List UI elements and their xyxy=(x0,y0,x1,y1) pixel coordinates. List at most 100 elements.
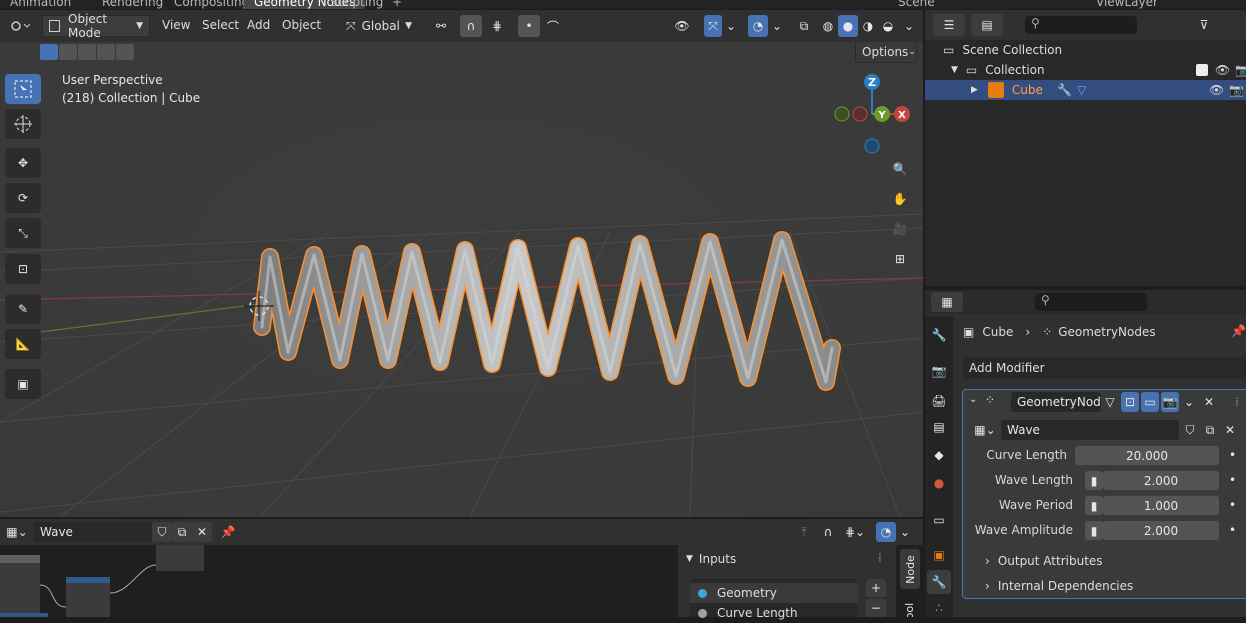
attribute-toggle-icon[interactable]: ▮ xyxy=(1085,471,1103,490)
filter-icon[interactable]: ⊽ xyxy=(1189,14,1219,36)
add-workspace-icon[interactable]: + xyxy=(382,0,412,9)
expand-arrow-icon[interactable]: ▶ xyxy=(971,85,978,95)
snap-toggle-icon[interactable]: ∩ xyxy=(460,15,482,37)
snap-target-icon[interactable]: ⋕⌄ xyxy=(840,522,870,542)
tab-animation[interactable]: Animation xyxy=(0,0,81,9)
proportional-edit-icon[interactable]: • xyxy=(518,15,540,37)
wave-period-field[interactable]: 1.000 xyxy=(1103,496,1219,515)
outliner-scene-collection[interactable]: ▭ Scene Collection xyxy=(943,40,1062,60)
output-tab-icon[interactable]: 🖨 xyxy=(929,390,949,412)
outliner-collection[interactable]: ▼ ▭ Collection 👁 📷 xyxy=(951,60,1246,80)
close-icon[interactable]: ✕ xyxy=(1201,392,1217,412)
select-box-tool-icon[interactable] xyxy=(5,74,41,104)
fake-user-icon[interactable]: ⛉ xyxy=(1181,420,1199,440)
tool-tab-icon[interactable]: 🔧 xyxy=(929,324,949,346)
node-editor-type-icon[interactable]: ▦⌄ xyxy=(4,522,30,542)
parent-node-tree-icon[interactable]: ⤒ xyxy=(794,522,814,542)
visibility-icon[interactable]: 👁 xyxy=(666,15,698,37)
pin-icon[interactable]: 📌 xyxy=(218,522,238,542)
modifier-name-input[interactable]: GeometryNod... xyxy=(1011,392,1101,412)
select-subtract-icon[interactable] xyxy=(78,44,96,60)
attribute-toggle-icon[interactable]: ▮ xyxy=(1085,521,1103,540)
snap-target-icon[interactable]: ⋕ xyxy=(482,15,512,37)
outliner-cube[interactable]: ▶ Cube 🔧 ▽ 👁 📷 xyxy=(925,80,1246,100)
move-tool-icon[interactable]: ✥ xyxy=(5,148,41,178)
internal-dependencies-panel[interactable]: › Internal Dependencies xyxy=(985,576,1133,596)
inputs-panel-header[interactable]: ▼ Inputs xyxy=(686,549,736,569)
chevron-down-icon[interactable]: ⌄ xyxy=(768,15,786,37)
rotate-tool-icon[interactable]: ⟳ xyxy=(5,183,41,213)
add-input-icon[interactable]: + xyxy=(866,579,886,597)
render-display-icon[interactable]: 📷 xyxy=(1161,392,1179,412)
select-new-icon[interactable] xyxy=(40,44,58,60)
add-cube-tool-icon[interactable]: ▣ xyxy=(5,369,41,399)
chevron-down-icon[interactable]: ⌄ xyxy=(900,15,918,37)
cursor-tool-icon[interactable] xyxy=(5,109,41,139)
options-dropdown[interactable]: Options ⌄ xyxy=(855,42,917,63)
node-editor[interactable]: ▦⌄ Wave ⛉ ⧉ ✕ 📌 ⤒ ∩ ⋕⌄ ◔ ⌄ ▼ Inputs ⁞ Ge… xyxy=(0,519,923,620)
menu-object[interactable]: Object xyxy=(282,18,321,32)
fake-user-icon[interactable]: ⛉ xyxy=(152,522,172,542)
drag-handle-icon[interactable]: ⁞ xyxy=(1229,392,1245,412)
scale-tool-icon[interactable]: ⤡ xyxy=(5,218,41,248)
sidebar-tab-tool[interactable]: Tool xyxy=(900,597,920,617)
node-canvas[interactable] xyxy=(0,545,240,617)
transform-tool-icon[interactable]: ⊡ xyxy=(5,254,41,284)
zoom-icon[interactable]: 🔍 xyxy=(887,156,913,182)
display-mode-icon[interactable]: ▤ xyxy=(971,14,1003,36)
transform-orientation-dropdown[interactable]: ⤧ Global ▼ xyxy=(340,15,418,37)
node-group-input[interactable]: Wave xyxy=(1001,420,1179,440)
solid-shading-icon[interactable]: ● xyxy=(838,15,858,37)
collapse-arrow-icon[interactable]: ⌄ xyxy=(969,394,977,405)
chevron-down-icon[interactable]: ⌄ xyxy=(896,522,914,542)
overlays-toggle-icon[interactable]: ◔ xyxy=(748,15,768,37)
collection-tab-icon[interactable]: ▭ xyxy=(929,509,949,531)
tab-rendering[interactable]: Rendering xyxy=(92,0,173,9)
keyframe-dot-icon[interactable]: • xyxy=(1229,523,1236,537)
input-item-geometry[interactable]: Geometry xyxy=(690,583,858,603)
world-tab-icon[interactable]: ● xyxy=(929,472,949,494)
view-layer-tab-icon[interactable]: ▤ xyxy=(929,416,949,438)
scene-tab-icon[interactable]: ◆ xyxy=(929,444,949,466)
camera-icon[interactable]: 📷 xyxy=(1229,83,1244,97)
wireframe-shading-icon[interactable]: ◍ xyxy=(818,15,838,37)
xray-icon[interactable]: ⧉ xyxy=(794,15,814,37)
menu-select[interactable]: Select xyxy=(202,18,239,32)
outliner-editor-type-icon[interactable]: ☰ xyxy=(933,14,965,36)
overlays-toggle-icon[interactable]: ◔ xyxy=(876,522,896,542)
modifier-wrench-icon[interactable]: 🔧 xyxy=(1057,83,1072,97)
select-intersect-icon[interactable] xyxy=(116,44,134,60)
select-extend-icon[interactable] xyxy=(59,44,77,60)
rendered-shading-icon[interactable]: ◒ xyxy=(878,15,898,37)
snap-toggle-icon[interactable]: ∩ xyxy=(818,522,838,542)
measure-tool-icon[interactable]: 📐 xyxy=(5,329,41,359)
expand-arrow-icon[interactable]: ▼ xyxy=(951,65,958,75)
cage-toggle-icon[interactable]: ⊡ xyxy=(1121,392,1139,412)
edit-mode-icon[interactable]: ▽ xyxy=(1101,392,1119,412)
object-tab-icon[interactable]: ▣ xyxy=(929,544,949,566)
particles-tab-icon[interactable]: ∴ xyxy=(929,598,949,618)
navigation-gizmo[interactable]: Z X Y xyxy=(830,70,916,158)
select-invert-icon[interactable] xyxy=(97,44,115,60)
material-shading-icon[interactable]: ◑ xyxy=(858,15,878,37)
input-item-curve-length[interactable]: Curve Length xyxy=(690,603,858,623)
duplicate-icon[interactable]: ⧉ xyxy=(172,522,192,542)
exclude-checkbox[interactable] xyxy=(1196,64,1208,76)
properties-editor-type-icon[interactable]: ▦ xyxy=(931,292,963,312)
remove-input-icon[interactable]: − xyxy=(866,599,886,617)
keyframe-dot-icon[interactable]: • xyxy=(1229,473,1236,487)
wave-length-field[interactable]: 2.000 xyxy=(1103,471,1219,490)
falloff-icon[interactable]: ⌒ xyxy=(540,15,566,37)
sidebar-tab-node[interactable]: Node xyxy=(900,549,920,589)
eye-icon[interactable]: 👁 xyxy=(1215,63,1230,77)
modifier-tab-icon[interactable]: 🔧 xyxy=(927,570,951,594)
outliner-search-input[interactable]: ⚲ xyxy=(1025,16,1137,34)
camera-icon[interactable]: 📷 xyxy=(1235,63,1246,77)
unlink-icon[interactable]: ✕ xyxy=(1221,420,1239,440)
menu-view[interactable]: View xyxy=(162,18,190,32)
keyframe-dot-icon[interactable]: • xyxy=(1229,498,1236,512)
keyframe-dot-icon[interactable]: • xyxy=(1229,448,1236,462)
wave-amplitude-field[interactable]: 2.000 xyxy=(1103,521,1219,540)
editor-type-icon[interactable] xyxy=(6,15,34,37)
view-layer-selector[interactable]: ViewLayer xyxy=(1086,0,1168,9)
